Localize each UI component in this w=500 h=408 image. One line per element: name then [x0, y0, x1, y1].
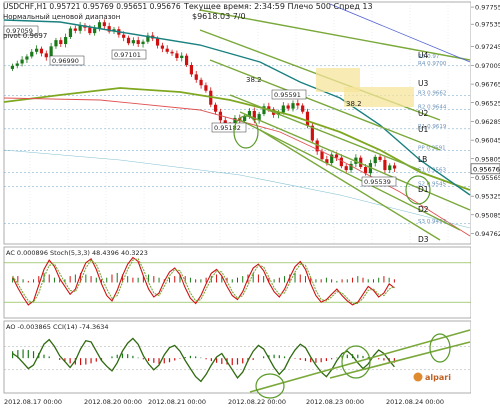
watermark-logo	[413, 372, 423, 382]
candle-body	[305, 111, 310, 126]
y-tick-label: 0.97005	[475, 62, 500, 70]
cci-title: AO -0.003865 CCI(14) -74.3634	[6, 323, 109, 331]
channel-label: D1	[418, 185, 429, 194]
fib-label: 38.2	[246, 76, 262, 84]
subtitle-range: Нормальный ценовой диапазон	[3, 13, 120, 21]
candle-body	[97, 22, 102, 29]
subtitle-pivot: pivot 0.9697	[3, 32, 47, 40]
x-tick-label: 2012.08.21 00:00	[148, 398, 206, 406]
candle-body	[126, 37, 131, 44]
candle-body	[39, 48, 44, 54]
x-tick-label: 2012.08.24 00:00	[386, 398, 444, 406]
swing-label: 0.96990	[52, 57, 79, 65]
candle-body	[184, 55, 189, 66]
candle-body	[64, 37, 68, 45]
x-tick-label: 2012.08.23 00:00	[306, 398, 364, 406]
y-tick-label: 0.96765	[475, 81, 500, 89]
trading-chart[interactable]: R4 0.9700R3 0.9662R2 0.9644R1 0.9619PP 0…	[0, 0, 500, 408]
candle-body	[59, 40, 63, 45]
y-tick-label: 0.97245	[475, 43, 500, 51]
channel-label: U4	[418, 51, 428, 60]
y-tick-label: 0.95565	[475, 174, 500, 182]
candle-body	[30, 51, 34, 57]
y-tick-label: 0.96525	[475, 99, 500, 107]
pivot-level-label: R3 0.9662	[418, 90, 446, 96]
y-tick-label: 0.96285	[475, 118, 500, 126]
candle-body	[344, 166, 348, 171]
candle-body	[286, 105, 290, 109]
candle-body	[378, 156, 382, 160]
candle-body	[136, 40, 140, 45]
pivot-level-label: R4 0.9700	[418, 61, 447, 67]
candle-body	[165, 48, 169, 52]
candle-body	[88, 27, 92, 34]
channel-label: D2	[418, 205, 429, 214]
candle-body	[334, 154, 339, 158]
candle-body	[180, 55, 184, 59]
candle-body	[392, 165, 397, 169]
candle-body	[243, 116, 247, 122]
candle-body	[189, 65, 194, 75]
symbol-line: USDCHF,H1 0.95721 0.95769 0.95651 0.9567…	[3, 2, 181, 11]
candle-body	[363, 166, 368, 174]
swing-label: 0.95182	[214, 124, 241, 132]
candle-body	[339, 157, 343, 167]
candle-body	[194, 74, 198, 80]
y-tick-label: 0.96045	[475, 137, 500, 145]
y-tick-label: 0.95325	[475, 193, 500, 201]
candle-body	[213, 104, 218, 112]
candle-body	[291, 103, 295, 109]
channel-label: U2	[418, 109, 428, 118]
candle-body	[170, 51, 174, 54]
candle-body	[296, 103, 300, 106]
swing-label: 0.97101	[114, 51, 141, 59]
x-tick-label: 2012.08.22 00:00	[228, 398, 286, 406]
y-tick-label: 0.95085	[475, 211, 500, 219]
price-line: $9618.03 7/0	[192, 12, 246, 21]
candle-body	[54, 40, 58, 47]
swing-label: 0.95539	[364, 178, 391, 186]
candle-body	[388, 165, 392, 171]
watermark-text: alpari	[425, 373, 451, 382]
channel-label: D3	[418, 235, 429, 244]
candle-body	[25, 56, 29, 60]
candle-body	[199, 79, 203, 86]
candle-body	[383, 159, 387, 171]
candle-body	[373, 156, 377, 164]
candle-body	[68, 28, 73, 38]
candle-body	[35, 48, 39, 52]
candle-body	[73, 28, 77, 31]
candle-body	[155, 38, 160, 46]
channel-label: U3	[418, 79, 428, 88]
y-tick-label: 0.97535	[475, 21, 500, 29]
candle-body	[160, 45, 164, 49]
candle-body	[20, 59, 24, 64]
candle-body	[102, 22, 106, 27]
x-tick-label: 2012.08.20 00:00	[84, 398, 142, 406]
stoch-title: AC 0.000896 Stoch(5,3,3) 48.4396 40.3223	[6, 249, 148, 257]
fib-label: 38.2	[346, 100, 362, 108]
swing-label: 0.95591	[274, 91, 301, 99]
candle-body	[281, 105, 285, 113]
channel-label: LB	[418, 155, 427, 164]
candle-body	[10, 65, 15, 69]
candle-body	[131, 40, 135, 44]
time-line: Текущее время: 2:34:59 Плечо 500 Спред 1…	[183, 2, 373, 11]
x-tick-label: 2012.08.17 00:00	[4, 398, 62, 406]
candle-body	[15, 63, 19, 66]
y-tick-label: 0.97755	[475, 4, 500, 12]
candle-body	[49, 46, 53, 58]
candle-body	[44, 53, 48, 58]
candle-body	[93, 28, 97, 34]
y-tick-label: 0.94762	[475, 230, 500, 238]
last-price-label: 0.95676	[473, 165, 500, 173]
candle-body	[122, 34, 126, 38]
candle-body	[175, 53, 179, 59]
candle-body	[141, 41, 145, 45]
candle-body	[204, 85, 208, 91]
channel-label: U1	[418, 125, 428, 134]
candle-body	[301, 105, 305, 112]
y-tick-label: 0.95805	[475, 155, 500, 163]
